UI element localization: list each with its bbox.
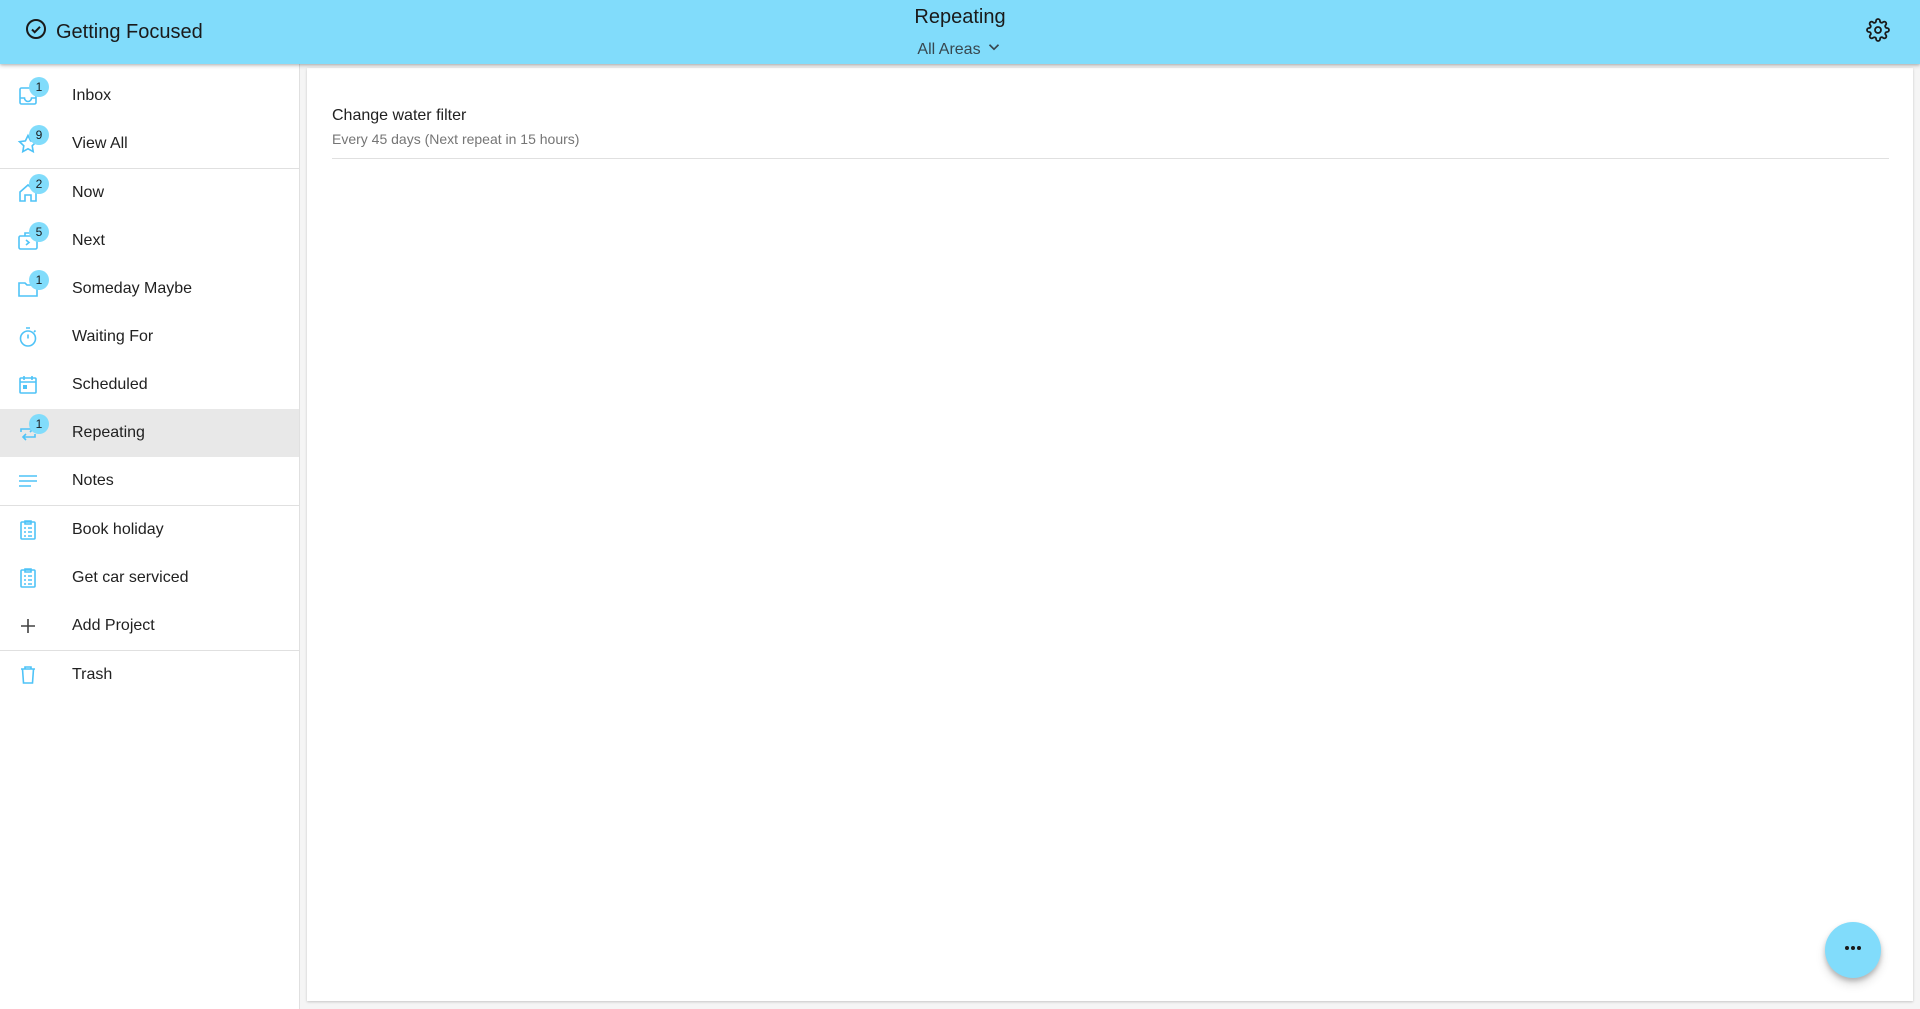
sidebar-group-primary: 1 Inbox 9 View All <box>0 64 299 169</box>
sidebar: 1 Inbox 9 View All 2 Now 5 Next 1 Someda… <box>0 64 300 1009</box>
notes-icon <box>16 469 40 493</box>
sidebar-group-lists: 2 Now 5 Next 1 Someday Maybe Waiting For… <box>0 169 299 506</box>
count-badge: 5 <box>29 222 49 242</box>
sidebar-item-label: Waiting For <box>72 328 154 345</box>
settings-button[interactable] <box>1862 16 1894 48</box>
count-badge: 1 <box>29 77 49 97</box>
app: Getting Focused Repeating All Areas 1 In… <box>0 0 1920 1009</box>
sidebar-item-inbox[interactable]: 1 Inbox <box>0 72 299 120</box>
page-title: Repeating <box>914 6 1006 28</box>
clipboard-list-icon <box>16 566 40 590</box>
sidebar-item-someday-maybe[interactable]: 1 Someday Maybe <box>0 265 299 313</box>
task-repeat-info: Every 45 days (Next repeat in 15 hours) <box>332 131 580 147</box>
sidebar-item-notes[interactable]: Notes <box>0 457 299 505</box>
sidebar-item-label: Someday Maybe <box>72 280 193 297</box>
sidebar-item-trash[interactable]: Trash <box>0 651 299 699</box>
plus-icon <box>16 614 40 638</box>
sidebar-item-view-all[interactable]: 9 View All <box>0 120 299 168</box>
area-filter-label[interactable]: All Areas <box>917 41 980 59</box>
sidebar-item-now[interactable]: 2 Now <box>0 169 299 217</box>
sidebar-item-label: Notes <box>72 472 114 489</box>
clipboard-list-icon <box>16 518 40 542</box>
sidebar-item-label: Repeating <box>72 424 145 441</box>
count-badge: 1 <box>29 270 49 290</box>
app-header: Getting Focused Repeating All Areas <box>0 0 1920 64</box>
sidebar-item-next[interactable]: 5 Next <box>0 217 299 265</box>
trash-icon <box>16 663 40 687</box>
sidebar-item-label: Trash <box>72 666 113 683</box>
sidebar-item-label: Now <box>72 184 105 201</box>
stopwatch-icon <box>16 325 40 349</box>
sidebar-item-label: Next <box>72 232 105 249</box>
task-title: Change water filter <box>332 107 467 124</box>
sidebar-item-book-holiday[interactable]: Book holiday <box>0 506 299 554</box>
count-badge: 2 <box>29 174 49 194</box>
sidebar-item-label: Book holiday <box>72 521 164 538</box>
sidebar-item-add-project[interactable]: Add Project <box>0 602 299 650</box>
more-actions-fab[interactable] <box>1825 922 1881 978</box>
area-filter-select[interactable]: All Areas <box>0 38 1920 61</box>
gear-icon[interactable] <box>1866 17 1890 47</box>
chevron-down-icon[interactable] <box>985 38 1003 61</box>
calendar-icon <box>16 373 40 397</box>
sidebar-item-label: Inbox <box>72 87 112 104</box>
sidebar-item-label: Get car serviced <box>72 569 189 586</box>
sidebar-item-label: Scheduled <box>72 376 148 393</box>
more-horizontal-icon[interactable] <box>1841 936 1865 965</box>
sidebar-item-label: Add Project <box>72 617 155 634</box>
sidebar-item-get-car-serviced[interactable]: Get car serviced <box>0 554 299 602</box>
sidebar-item-waiting-for[interactable]: Waiting For <box>0 313 299 361</box>
sidebar-item-scheduled[interactable]: Scheduled <box>0 361 299 409</box>
main-content: Change water filter Every 45 days (Next … <box>307 68 1913 1001</box>
sidebar-group-projects: Book holiday Get car serviced Add Projec… <box>0 506 299 651</box>
sidebar-item-label: View All <box>72 135 128 152</box>
task-row[interactable]: Change water filter Every 45 days (Next … <box>332 106 1889 159</box>
count-badge: 9 <box>29 125 49 145</box>
sidebar-item-repeating[interactable]: 1 Repeating <box>0 409 299 457</box>
sidebar-group-trash: Trash <box>0 651 299 699</box>
task-list: Change water filter Every 45 days (Next … <box>332 106 1889 159</box>
count-badge: 1 <box>29 414 49 434</box>
